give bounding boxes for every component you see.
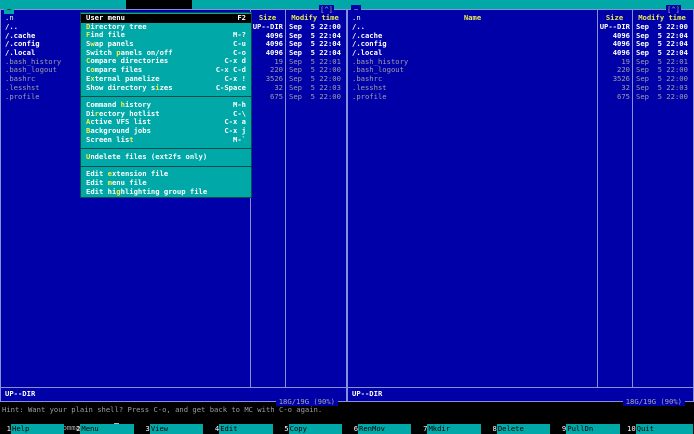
file-name: /.. xyxy=(352,23,365,31)
fkey-label: Edit xyxy=(219,424,273,434)
menu-item[interactable]: Show directory s i zes C-Space xyxy=(81,82,251,93)
file-mtime: Sep 5 22:00 xyxy=(636,91,688,101)
fkey-button[interactable]: 5 Copy xyxy=(278,424,347,434)
menu-separator-line xyxy=(81,148,251,150)
file-mtime: Sep 5 22:00 xyxy=(289,91,341,101)
file-name: .bash_history xyxy=(352,57,409,66)
menu-item[interactable]: Edit hi g hlighting group file xyxy=(81,186,251,197)
fkey-number: 4 xyxy=(214,424,220,433)
fkey-number: 3 xyxy=(145,424,150,433)
mini-status-separator xyxy=(1,387,346,388)
command-line[interactable]: midnight@commander:~$ xyxy=(2,414,694,432)
column-header-size[interactable]: Size xyxy=(597,13,632,22)
fkey-button[interactable]: 3 View xyxy=(139,424,208,434)
fkey-number: 1 xyxy=(6,424,11,433)
file-size: 675 xyxy=(270,91,283,101)
fkey-button[interactable]: 7 Mkdir xyxy=(416,424,485,434)
fkey-number: 8 xyxy=(492,424,497,433)
menu-item-label: Edit hi xyxy=(86,186,117,196)
menubar-item[interactable]: Command xyxy=(125,0,192,18)
fkey-label: Copy xyxy=(288,424,343,434)
menu-item-label: hlighting group file xyxy=(120,186,208,196)
menu-item[interactable]: Screen lis t M-` xyxy=(81,134,251,145)
fkey-button[interactable]: 9 PullDn xyxy=(555,424,624,434)
fkey-number: 2 xyxy=(76,424,81,433)
menu-item-label: Screen lis xyxy=(86,134,130,144)
right-panel: ~ [^] .n Name Size Modify time /.. UP--D… xyxy=(347,5,694,406)
menu-separator-line xyxy=(81,165,251,167)
function-key-bar: 1 Help 2 Menu 3 View 4 Edit 5 Copy 6 Ren… xyxy=(0,424,694,434)
menubar-item[interactable]: Options xyxy=(201,0,267,18)
file-row[interactable]: .profile 675 Sep 5 22:00 xyxy=(348,91,693,102)
fkey-button[interactable]: 4 Edit xyxy=(208,424,277,434)
fkey-button[interactable]: 10 Quit xyxy=(625,424,694,434)
menu-item-hotkey-letter: t xyxy=(129,134,134,144)
column-header-mtime[interactable]: Modify time xyxy=(633,13,691,22)
hint-line: Hint: Want your plain shell? Press C-o, … xyxy=(2,405,323,414)
file-name: .bashrc xyxy=(352,75,383,84)
right-mini-status: UP--DIR xyxy=(352,389,383,398)
left-mini-status: UP--DIR xyxy=(5,389,36,398)
menu-item[interactable]: U ndelete files (ext2fs only) xyxy=(81,152,251,162)
menu-item-shortcut: F2 xyxy=(237,13,246,22)
fkey-number: 10 xyxy=(627,424,636,433)
file-name: .profile xyxy=(352,92,387,101)
menu-item-shortcut: M-` xyxy=(233,134,246,144)
menu-item-shortcut: C-Space xyxy=(215,82,246,92)
fkey-button[interactable]: 2 Menu xyxy=(69,424,138,434)
fkey-label: Quit xyxy=(635,424,694,434)
fkey-number: 7 xyxy=(423,424,428,433)
file-name: .bash_logout xyxy=(352,66,404,75)
column-header-mtime[interactable]: Modify time xyxy=(286,13,344,22)
file-name: /.cache xyxy=(352,31,383,40)
fkey-label: View xyxy=(149,424,204,434)
file-name: /.config xyxy=(352,40,387,49)
menu-item-label: ndelete files (ext2fs only) xyxy=(90,152,208,161)
command-menu-dropdown: User menu F2 D irectory tree F ind file … xyxy=(80,12,252,199)
menu-item-label: Show directory s xyxy=(86,82,156,92)
fkey-button[interactable]: 1 Help xyxy=(0,424,69,434)
fkey-label: Menu xyxy=(80,424,134,434)
fkey-button[interactable]: 8 Delete xyxy=(486,424,555,434)
fkey-label: PullDn xyxy=(566,424,620,434)
fkey-label: RenMov xyxy=(358,424,412,434)
fkey-number: 9 xyxy=(561,424,567,433)
fkey-number: 5 xyxy=(284,424,289,433)
fkey-label: Help xyxy=(11,424,65,434)
menu-item-label: zes xyxy=(159,82,173,92)
right-panel-header: .n Name Size Modify time xyxy=(348,13,693,22)
file-name: .lesshst xyxy=(352,83,387,92)
file-size: 675 xyxy=(617,91,630,101)
menubar-item[interactable]: File xyxy=(64,0,117,18)
midnight-commander-screen: Left File Command Options Right ~ [^] .n… xyxy=(0,0,694,434)
column-header-size[interactable]: Size xyxy=(250,13,285,22)
right-panel-file-list: /.. UP--DIR Sep 5 22:00 /.cache 4096 Sep… xyxy=(348,22,693,102)
fkey-number: 6 xyxy=(353,424,359,433)
fkey-label: Delete xyxy=(496,424,551,434)
fkey-button[interactable]: 6 RenMov xyxy=(347,424,416,434)
column-header-name[interactable]: Name xyxy=(348,13,597,22)
menu-separator-line xyxy=(81,96,251,98)
file-name: /.local xyxy=(352,49,383,58)
menubar: Left File Command Options Right xyxy=(0,0,694,18)
mini-status-separator xyxy=(348,387,693,388)
fkey-label: Mkdir xyxy=(427,424,481,434)
